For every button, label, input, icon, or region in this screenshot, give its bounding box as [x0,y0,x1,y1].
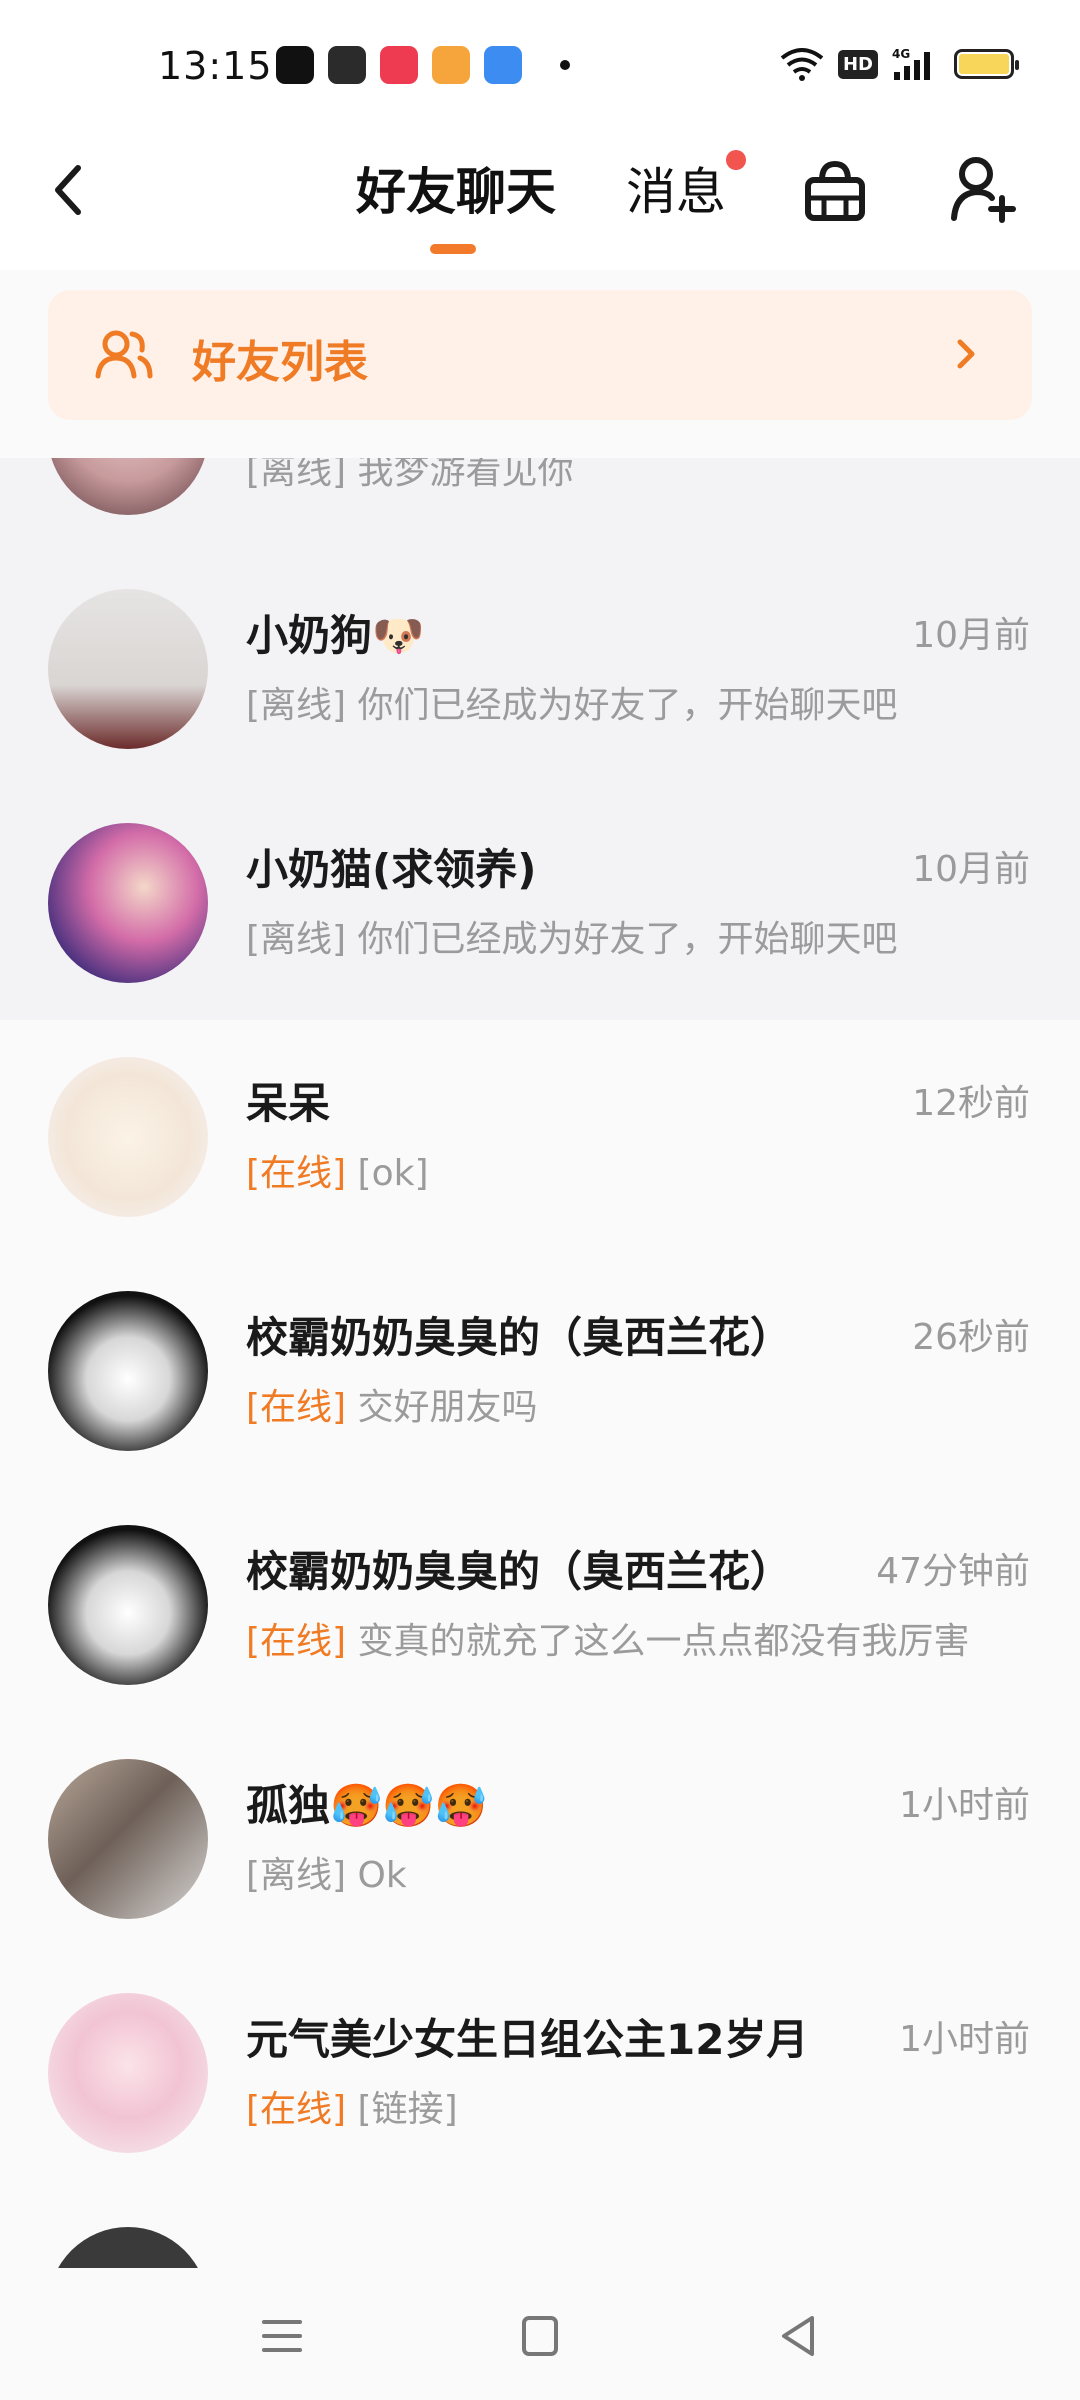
basket-icon[interactable] [800,150,870,230]
chat-name: 校霸奶奶臭臭的（臭西兰花） [246,1313,793,1362]
presence-status: [在线] [246,2089,347,2130]
chat-name: 元气美少女生日组公主12岁月 [246,2015,809,2064]
chat-time: 10月前 [912,849,1030,890]
chat-row[interactable]: 小奶猫(求领养) 10月前 [离线] 你们已经成为好友了，开始聊天吧 [0,786,1080,1020]
last-message: 你们已经成为好友了，开始聊天吧 [357,919,898,960]
back-triangle-icon[interactable] [768,2308,828,2364]
chat-preview: [离线] 我梦游看见你 [246,458,574,494]
last-message: [链接] [357,2089,458,2130]
chat-time: 47分钟前 [876,1551,1030,1592]
system-navigation-bar [0,2268,1080,2400]
chevron-right-icon [957,339,975,369]
chat-name: 校霸奶奶臭臭的（臭西兰花） [246,1547,793,1596]
friend-list-banner[interactable]: 好友列表 [48,290,1032,420]
chat-row[interactable] [0,2190,1080,2268]
avatar [48,1993,208,2153]
tab-messages[interactable]: 消息 [626,152,726,224]
notes-app-icon [328,46,366,84]
status-indicators: HD 4G [780,46,1019,82]
status-time: 13:15 [158,44,273,88]
chat-name: 小奶狗🐶 [246,611,425,660]
more-notifications-dot [560,60,570,70]
back-arrow-icon[interactable] [40,150,100,230]
home-icon[interactable] [510,2308,570,2364]
presence-status: [在线] [246,1621,347,1662]
chat-row[interactable]: [离线] 我梦游看见你 [0,458,1080,552]
chat-row[interactable]: 小奶狗🐶 10月前 [离线] 你们已经成为好友了，开始聊天吧 [0,552,1080,786]
unread-badge [726,150,746,170]
tiktok-app-icon [276,46,314,84]
presence-status: [在线] [246,1153,347,1194]
top-navigation: 好友聊天 消息 [0,130,1080,270]
last-message: 我梦游看见你 [357,458,574,492]
chat-time: 26秒前 [912,1317,1030,1358]
chat-name: 孤独🥵🥵🥵 [246,1781,487,1830]
friend-list-label: 好友列表 [192,337,368,388]
music-app-icon [380,46,418,84]
wifi-icon [780,48,824,81]
avatar [48,458,208,515]
chat-name: 呆呆 [246,1079,331,1128]
chat-preview: [在线] 交好朋友吗 [246,1378,538,1430]
avatar [48,2227,208,2268]
chat-name: 小奶猫(求领养) [246,845,537,894]
tab-friend-chat[interactable]: 好友聊天 [356,152,556,224]
hd-badge: HD [837,49,878,79]
avatar [48,1057,208,1217]
presence-status: [离线] [246,1855,347,1896]
last-message: 你们已经成为好友了，开始聊天吧 [357,685,898,726]
chat-time: 10月前 [912,615,1030,656]
avatar [48,589,208,749]
chat-preview: [在线] [链接] [246,2080,458,2132]
chat-preview: [离线] 你们已经成为好友了，开始聊天吧 [246,910,898,962]
chat-time: 12秒前 [912,1083,1030,1124]
chat-row[interactable]: 校霸奶奶臭臭的（臭西兰花） 26秒前 [在线] 交好朋友吗 [0,1254,1080,1488]
video-app-icon [432,46,470,84]
chat-list: [离线] 我梦游看见你 小奶狗🐶 10月前 [离线] 你们已经成为好友了，开始聊… [0,458,1080,2268]
last-message: 变真的就充了这么一点点都没有我厉害 [357,1621,970,1662]
last-message: [ok] [357,1153,429,1194]
active-tab-indicator [430,244,476,254]
battery-icon [954,49,1019,79]
menu-icon[interactable] [252,2308,312,2364]
cellular-signal-icon: 4G [892,47,930,80]
add-friend-icon[interactable] [948,148,1018,228]
presence-status: [离线] [246,919,347,960]
chat-row[interactable]: 呆呆 12秒前 [在线] [ok] [0,1020,1080,1254]
notification-app-icons [276,46,570,84]
chat-time: 1小时前 [899,1785,1030,1826]
svg-text:4G: 4G [892,47,910,61]
presence-status: [离线] [246,458,347,492]
chat-preview: [在线] [ok] [246,1144,429,1196]
avatar [48,823,208,983]
chat-time: 1小时前 [899,2019,1030,2060]
avatar [48,1759,208,1919]
chat-preview: [离线] Ok [246,1846,407,1898]
avatar [48,1525,208,1685]
avatar [48,1291,208,1451]
chat-row[interactable]: 元气美少女生日组公主12岁月 1小时前 [在线] [链接] [0,1956,1080,2190]
blue-app-icon [484,46,522,84]
chat-row[interactable]: 孤独🥵🥵🥵 1小时前 [离线] Ok [0,1722,1080,1956]
last-message: Ok [357,1855,407,1896]
status-bar: 13:15 HD 4G [0,0,1080,130]
presence-status: [离线] [246,685,347,726]
chat-row[interactable]: 校霸奶奶臭臭的（臭西兰花） 47分钟前 [在线] 变真的就充了这么一点点都没有我… [0,1488,1080,1722]
presence-status: [在线] [246,1387,347,1428]
last-message: 交好朋友吗 [357,1387,538,1428]
chat-preview: [离线] 你们已经成为好友了，开始聊天吧 [246,676,898,728]
friends-icon [95,330,153,379]
chat-preview: [在线] 变真的就充了这么一点点都没有我厉害 [246,1612,970,1664]
